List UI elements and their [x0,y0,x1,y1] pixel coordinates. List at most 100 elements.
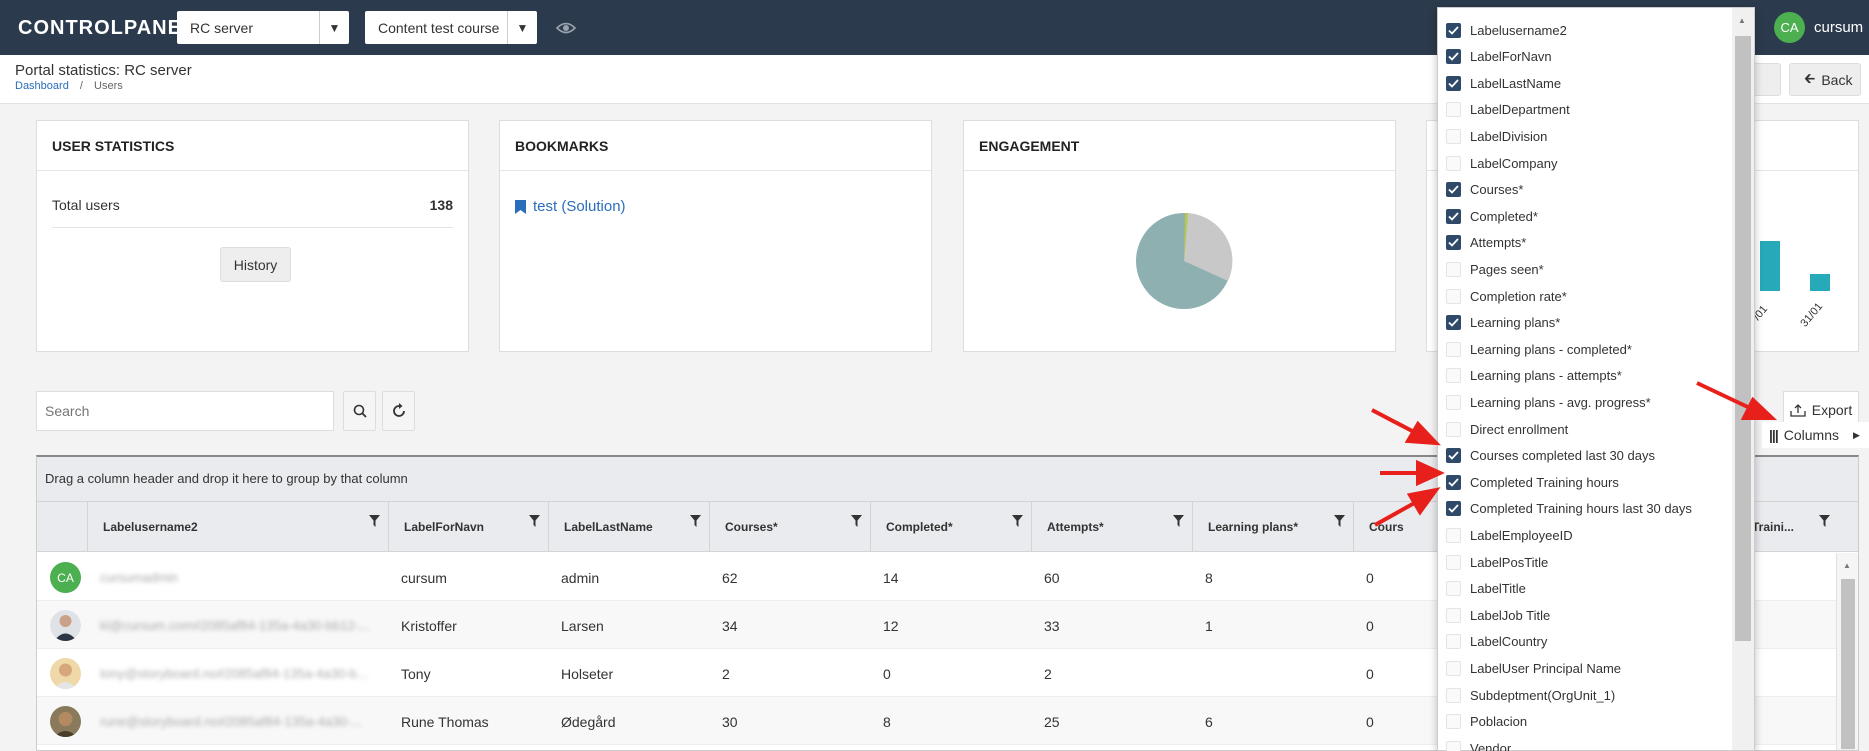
column-option[interactable]: LabelPosTitle [1446,549,1548,575]
course-select[interactable]: Content test course ▼ [365,11,537,44]
column-option[interactable]: Learning plans* [1446,310,1560,336]
checkbox-checked-icon[interactable] [1446,474,1461,490]
back-button-label: Back [1821,71,1853,88]
column-option[interactable]: LabelForNavn [1446,44,1552,70]
column-option[interactable]: LabelDepartment [1446,97,1570,123]
cell-completed: 14 [883,570,899,586]
column-option[interactable]: Courses completed last 30 days [1446,443,1655,469]
column-option[interactable]: LabelCountry [1446,629,1547,655]
filter-icon[interactable] [1334,515,1345,527]
checkbox-unchecked-icon[interactable] [1446,421,1461,437]
column-option[interactable]: LabelUser Principal Name [1446,655,1621,681]
checkbox-unchecked-icon[interactable] [1446,607,1461,623]
breadcrumb-dashboard-link[interactable]: Dashboard [15,80,69,92]
column-header-fornavn[interactable]: LabelForNavn [388,502,548,552]
column-option[interactable]: Attempts* [1446,230,1526,256]
column-option[interactable]: Learning plans - avg. progress* [1446,389,1651,415]
column-header-lastname[interactable]: LabelLastName [548,502,709,552]
column-header-completed[interactable]: Completed* [870,502,1031,552]
checkbox-unchecked-icon[interactable] [1446,102,1461,118]
filter-icon[interactable] [369,515,380,527]
filter-icon[interactable] [851,515,862,527]
checkbox-checked-icon[interactable] [1446,501,1461,517]
filter-icon[interactable] [1173,515,1184,527]
column-header-learning-plans[interactable]: Learning plans* [1192,502,1353,552]
column-option[interactable]: LabelCompany [1446,150,1557,176]
activity-tick-2: 31/01 [1798,300,1826,330]
user-menu[interactable]: CA cursum ▼ [1774,12,1869,43]
column-option[interactable]: Completion rate* [1446,283,1567,309]
column-option[interactable]: Learning plans - completed* [1446,336,1632,362]
arrow-left-icon: 🡰 [1804,69,1816,86]
chevron-down-icon[interactable]: ▼ [507,11,537,44]
column-header-courses[interactable]: Courses* [709,502,870,552]
search-input[interactable] [36,391,334,431]
filter-icon[interactable] [690,515,701,527]
column-header-username[interactable]: Labelusername2 [87,502,388,552]
checkbox-unchecked-icon[interactable] [1446,554,1461,570]
column-option[interactable]: Learning plans - attempts* [1446,363,1622,389]
scroll-thumb[interactable] [1735,36,1751,641]
checkbox-unchecked-icon[interactable] [1446,581,1461,597]
checkbox-unchecked-icon[interactable] [1446,128,1461,144]
column-option[interactable]: Vendor [1446,735,1511,751]
grid-scrollbar[interactable]: ▲ [1836,553,1858,750]
checkbox-unchecked-icon[interactable] [1446,261,1461,277]
chevron-down-icon[interactable]: ▼ [319,11,349,44]
filter-icon[interactable] [1819,515,1830,527]
checkbox-unchecked-icon[interactable] [1446,634,1461,650]
checkbox-unchecked-icon[interactable] [1446,368,1461,384]
scroll-up-icon[interactable]: ▲ [1843,561,1851,570]
column-chooser-scrollbar[interactable]: ▲ [1732,8,1754,750]
column-option[interactable]: LabelEmployeeID [1446,522,1573,548]
column-option[interactable]: LabelTitle [1446,576,1526,602]
checkbox-unchecked-icon[interactable] [1446,288,1461,304]
column-option-label: Learning plans* [1470,315,1561,331]
column-option[interactable]: Subdeptment(OrgUnit_1) [1446,682,1615,708]
checkbox-checked-icon[interactable] [1446,75,1461,91]
column-option[interactable]: LabelLastName [1446,70,1561,96]
column-option[interactable]: Pages seen* [1446,256,1544,282]
checkbox-unchecked-icon[interactable] [1446,341,1461,357]
back-button[interactable]: 🡰 Back [1789,63,1861,96]
breadcrumb-current: Users [94,80,123,92]
checkbox-unchecked-icon[interactable] [1446,714,1461,730]
checkbox-checked-icon[interactable] [1446,208,1461,224]
checkbox-checked-icon[interactable] [1446,49,1461,65]
column-option[interactable]: Direct enrollment [1446,416,1568,442]
column-option[interactable]: LabelDivision [1446,123,1547,149]
checkbox-unchecked-icon[interactable] [1446,527,1461,543]
column-option[interactable]: Labelusername2 [1446,17,1567,43]
column-option[interactable]: Poblacion [1446,709,1527,735]
history-button[interactable]: History [220,247,291,282]
checkbox-checked-icon[interactable] [1446,182,1461,198]
column-header-attempts[interactable]: Attempts* [1031,502,1192,552]
column-option[interactable]: Courses* [1446,177,1523,203]
scroll-thumb[interactable] [1841,579,1855,749]
column-option[interactable]: Completed Training hours last 30 days [1446,496,1692,522]
checkbox-checked-icon[interactable] [1446,315,1461,331]
filter-icon[interactable] [1012,515,1023,527]
column-header-label: Completed* [886,520,953,534]
columns-menu-item[interactable]: ||| Columns ▶ [1762,422,1869,448]
checkbox-unchecked-icon[interactable] [1446,394,1461,410]
checkbox-unchecked-icon[interactable] [1446,687,1461,703]
column-option-label: LabelDivision [1470,128,1548,144]
refresh-button[interactable] [382,391,415,431]
server-select[interactable]: RC server ▼ [177,11,349,44]
checkbox-unchecked-icon[interactable] [1446,660,1461,676]
checkbox-checked-icon[interactable] [1446,448,1461,464]
bookmark-link[interactable]: test (Solution) [515,198,626,215]
scroll-up-icon[interactable]: ▲ [1738,16,1746,25]
column-option[interactable]: LabelJob Title [1446,602,1550,628]
checkbox-checked-icon[interactable] [1446,22,1461,38]
checkbox-unchecked-icon[interactable] [1446,155,1461,171]
search-button[interactable] [343,391,376,431]
column-option[interactable]: Completed Training hours [1446,469,1619,495]
checkbox-unchecked-icon[interactable] [1446,740,1461,751]
eye-icon[interactable] [555,17,577,39]
filter-icon[interactable] [529,515,540,527]
checkbox-checked-icon[interactable] [1446,235,1461,251]
column-option[interactable]: Completed* [1446,203,1538,229]
column-option-label: Poblacion [1470,714,1528,730]
